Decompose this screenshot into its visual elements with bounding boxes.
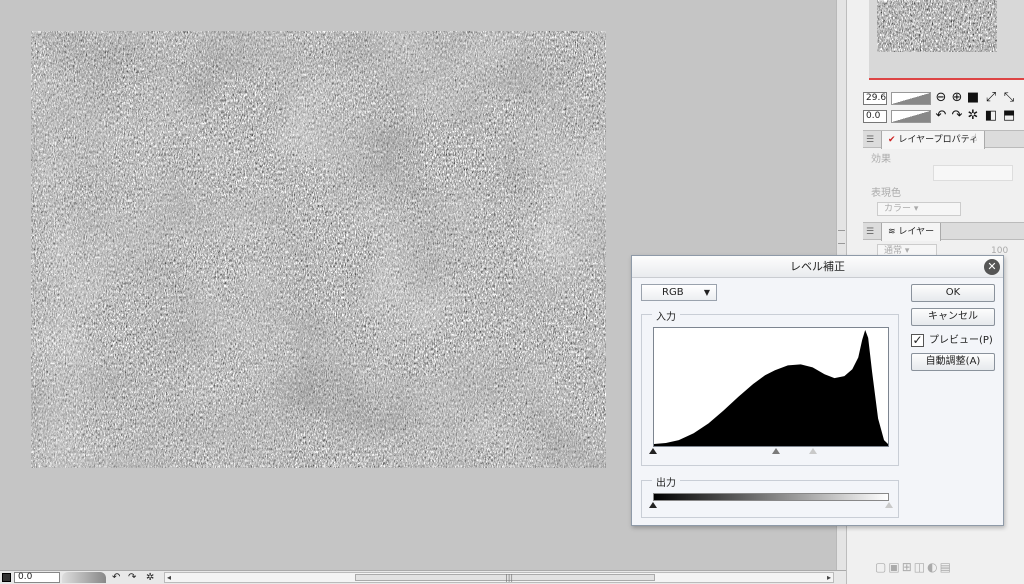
status-zoom-field[interactable]: 0.0 (14, 572, 60, 583)
shadow-input-marker[interactable] (649, 448, 657, 454)
new-layer-icon[interactable]: ▢ (875, 560, 888, 574)
new-vector-icon[interactable]: ▣ (888, 560, 901, 574)
effect-buttons (933, 165, 1013, 181)
histogram (653, 327, 889, 447)
tab-layer-label: レイヤー (898, 227, 935, 237)
rotate-right-icon[interactable]: ↷ (949, 108, 965, 124)
white-output-marker[interactable] (885, 502, 893, 508)
navigator-rotate-field[interactable]: 0.0 (863, 110, 887, 123)
reset-rotation-icon[interactable]: ✲ (146, 571, 154, 584)
black-output-marker[interactable] (649, 502, 657, 508)
tab-layer-property-label: レイヤープロパティ (898, 135, 979, 145)
navigator-zoom-field[interactable]: 29.6 (863, 92, 887, 105)
scrollbar-grip-icon[interactable] (838, 230, 845, 244)
output-group: 出力 (641, 474, 899, 518)
tab-sub-tool-icon[interactable]: ☝ (971, 133, 977, 144)
panel-grip-icon[interactable]: ☰ (866, 135, 874, 145)
cancel-button[interactable]: キャンセル (911, 308, 995, 326)
navigator-rotate-slider[interactable] (891, 110, 931, 123)
actual-size-icon[interactable]: ⤢ (983, 90, 999, 106)
auto-adjust-button[interactable]: 自動調整(A) (911, 353, 995, 371)
fit-width-icon[interactable]: ⤡ (1001, 90, 1017, 106)
midtone-input-marker[interactable] (771, 448, 780, 454)
navigator-preview[interactable] (869, 0, 1024, 80)
canvas-image[interactable] (31, 31, 606, 468)
preview-label: プレビュー(P) (929, 335, 993, 346)
mask-icon[interactable]: ◐ (927, 560, 939, 574)
new-folder-icon[interactable]: ⊞ (902, 560, 914, 574)
flip-horizontal-icon[interactable]: ◧ (983, 108, 999, 124)
navigator-toolbar: 29.6 ⊖ ⊕ ■ ⤢ ⤡ 0.0 ↶ ↷ ✲ ◧ ⬒ (863, 88, 1024, 128)
zoom-in-icon[interactable]: ⊕ (949, 90, 965, 106)
dialog-title[interactable]: レベル補正 (632, 256, 1003, 278)
rotate-left-icon[interactable]: ↶ (112, 571, 120, 584)
fit-to-screen-icon[interactable]: ■ (965, 90, 981, 106)
clip-icon[interactable]: ◫ (914, 560, 927, 574)
expression-color-value: カラー (884, 204, 912, 214)
canvas-horizontal-scrollbar[interactable]: ◂ ||| ▸ (164, 572, 834, 583)
output-label: 出力 (652, 474, 680, 489)
levels-dialog: レベル補正 ✕ RGB ▼ 入力 出力 OK キャンセル ✓ プレビュー(P) … (631, 255, 1004, 526)
navigator-thumbnail (877, 0, 997, 52)
scroll-right-icon[interactable]: ▸ (827, 572, 831, 583)
ok-button[interactable]: OK (911, 284, 995, 302)
layer-property-tab-bar: ☰ ✔ レイヤープロパティ ☝ (863, 130, 1024, 149)
reset-rotation-icon[interactable]: ✲ (965, 108, 981, 124)
expression-color-label: 表現色 (871, 188, 901, 199)
delete-layer-icon[interactable]: ▤ (940, 560, 953, 574)
chevron-down-icon: ▼ (703, 288, 710, 297)
navigator-zoom-slider[interactable] (891, 92, 931, 105)
scroll-left-icon[interactable]: ◂ (167, 572, 171, 583)
input-level-markers (649, 448, 889, 456)
input-label: 入力 (652, 308, 680, 323)
check-icon: ✓ (912, 333, 923, 347)
highlight-input-marker[interactable] (809, 448, 818, 454)
status-bar: 0.0 ↶ ↷ ✲ ◂ ||| ▸ (0, 570, 846, 584)
histogram-area (654, 329, 888, 446)
input-group: 入力 (641, 308, 899, 466)
brush-icon: ✔ (888, 135, 896, 145)
layer-tab-bar: ☰ ≋ レイヤー (863, 222, 1024, 241)
preview-checkbox[interactable]: ✓ (911, 334, 924, 347)
status-rotate-slider[interactable] (62, 572, 106, 583)
zoom-out-icon[interactable]: ⊖ (933, 90, 949, 106)
rotate-right-icon[interactable]: ↷ (128, 571, 136, 584)
effect-label: 効果 (871, 154, 891, 165)
output-gradient (653, 493, 889, 501)
rotate-left-icon[interactable]: ↶ (933, 108, 949, 124)
close-icon[interactable]: ✕ (984, 259, 1000, 275)
charcoal-texture-image (31, 31, 606, 468)
channel-select-value: RGB (662, 287, 684, 298)
flip-vertical-icon[interactable]: ⬒ (1001, 108, 1017, 124)
layers-icon: ≋ (888, 227, 896, 237)
panel-grip-icon[interactable]: ☰ (866, 227, 874, 237)
channel-select[interactable]: RGB ▼ (641, 284, 717, 301)
color-square-icon[interactable] (2, 573, 11, 582)
scrollbar-grip-icon: ||| (505, 573, 514, 582)
layer-property-body: 効果 表現色 カラー ▾ (863, 150, 1024, 220)
expression-color-select: カラー ▾ (877, 202, 961, 216)
output-level-markers (649, 502, 893, 510)
tab-layer[interactable]: ≋ レイヤー (881, 223, 942, 241)
tab-layer-property[interactable]: ✔ レイヤープロパティ (881, 131, 986, 149)
app-window: 29.6 ⊖ ⊕ ■ ⤢ ⤡ 0.0 ↶ ↷ ✲ ◧ ⬒ ☰ ✔ レイヤープロパ… (0, 0, 1024, 584)
layer-panel-toolbar: ▢▣⊞◫◐▤ (875, 560, 1024, 584)
